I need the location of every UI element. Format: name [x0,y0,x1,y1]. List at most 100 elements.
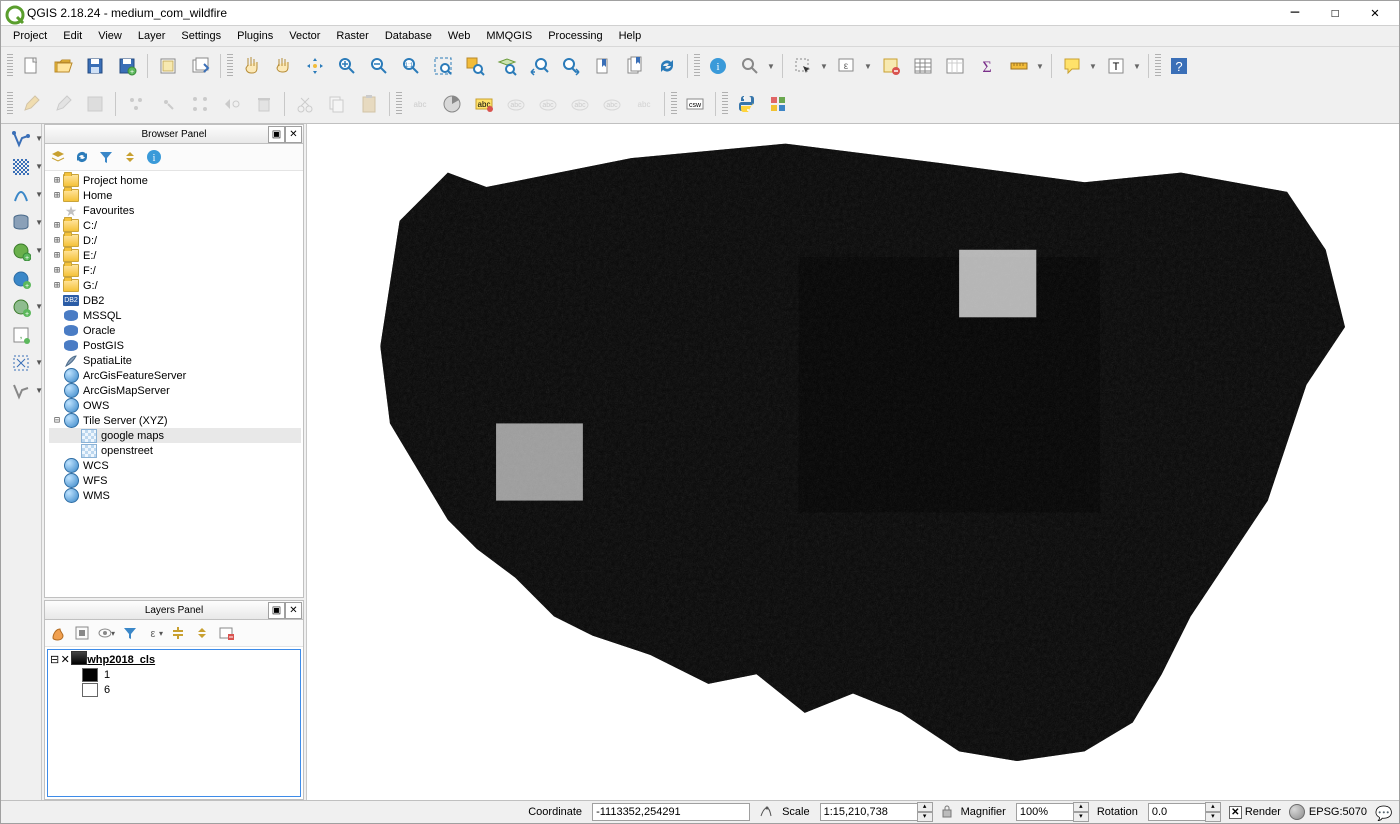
map-canvas[interactable] [307,124,1399,800]
panel-header[interactable]: Browser Panel ▣ ✕ [45,125,303,144]
maximize-button[interactable]: ☐ [1315,1,1355,25]
help-button[interactable]: ? [1164,51,1194,81]
menu-vector[interactable]: Vector [281,28,328,44]
toolbar-grip[interactable] [694,54,700,78]
expression-filter-icon[interactable]: ε▾ [145,624,163,642]
dropdown-icon[interactable]: ▼ [1035,52,1045,80]
show-bookmarks-button[interactable] [620,51,650,81]
render-checkbox[interactable]: ✕Render [1229,806,1281,819]
composer-manager-button[interactable] [185,51,215,81]
new-shapefile-layer-button[interactable]: ▼ [6,378,36,404]
add-raster-layer-button[interactable]: ▼ [6,154,36,180]
dropdown-icon[interactable]: ▼ [819,52,829,80]
toolbar-grip[interactable] [7,92,13,116]
style-preset-icon[interactable] [49,624,67,642]
messages-icon[interactable]: 💬 [1375,805,1393,819]
browser-item[interactable]: ⊟Tile Server (XYZ) [49,413,301,428]
mag-up[interactable]: ▴ [1073,802,1089,812]
browser-item[interactable]: MSSQL [49,308,301,323]
add-wcs-layer-button[interactable]: + [6,266,36,292]
menu-layer[interactable]: Layer [130,28,174,44]
collapse-all-icon[interactable] [193,624,211,642]
layer-labeling-button[interactable]: abc [469,89,499,119]
properties-icon[interactable]: i [145,148,163,166]
pan-to-selection-button[interactable] [300,51,330,81]
panel-close-button[interactable]: ✕ [285,126,302,143]
menu-web[interactable]: Web [440,28,478,44]
add-spatialite-layer-button[interactable]: ▼ [6,182,36,208]
processing-toolbox-button[interactable] [763,89,793,119]
add-vector-layer-button[interactable]: ▼ [6,126,36,152]
touch-pan-button[interactable] [236,51,266,81]
browser-item[interactable]: WMS [49,488,301,503]
diagram-settings-button[interactable] [437,89,467,119]
browser-item[interactable]: google maps [49,428,301,443]
browser-item[interactable]: DB2DB2 [49,293,301,308]
browser-item[interactable]: ⊞F:/ [49,263,301,278]
scale-up[interactable]: ▴ [917,802,933,812]
browser-item[interactable]: PostGIS [49,338,301,353]
menu-project[interactable]: Project [5,28,55,44]
toolbar-grip[interactable] [7,54,13,78]
open-attribute-table-button[interactable] [908,51,938,81]
browser-item[interactable]: ⊞G:/ [49,278,301,293]
add-layer-icon[interactable] [49,148,67,166]
dropdown-icon[interactable]: ▼ [1088,52,1098,80]
new-bookmark-button[interactable] [588,51,618,81]
filter-icon[interactable] [97,148,115,166]
identify-button[interactable]: i [703,51,733,81]
close-button[interactable]: ✕ [1355,1,1395,25]
refresh-icon[interactable] [73,148,91,166]
browser-item[interactable]: openstreet [49,443,301,458]
text-annotation-button[interactable]: T [1101,51,1131,81]
csw-button[interactable]: csw [680,89,710,119]
crs-button[interactable]: EPSG:5070 [1289,804,1367,820]
layers-tree[interactable]: ⊟ ✕ whp2018_cls 1 6 [50,652,298,697]
minimize-button[interactable]: ─ [1275,1,1315,25]
toolbar-grip[interactable] [227,54,233,78]
select-by-expression-button[interactable]: ε [832,51,862,81]
expand-all-icon[interactable] [169,624,187,642]
browser-item[interactable]: ArcGisMapServer [49,383,301,398]
dropdown-icon[interactable]: ▼ [766,52,776,80]
pan-button[interactable] [268,51,298,81]
browser-item[interactable]: ⊞Home [49,188,301,203]
scale-down[interactable]: ▾ [917,812,933,822]
rotation-input[interactable] [1148,803,1206,821]
rot-down[interactable]: ▾ [1205,812,1221,822]
field-calculator-button[interactable] [940,51,970,81]
browser-item[interactable]: WCS [49,458,301,473]
toggle-extents-icon[interactable] [758,803,774,822]
save-project-as-button[interactable]: + [112,51,142,81]
coordinate-input[interactable] [592,803,750,821]
deselect-all-button[interactable] [876,51,906,81]
save-project-button[interactable] [80,51,110,81]
add-virtual-layer-button[interactable]: ▼ [6,350,36,376]
toolbar-grip[interactable] [1155,54,1161,78]
browser-item[interactable]: SpatiaLite [49,353,301,368]
menu-settings[interactable]: Settings [173,28,229,44]
browser-item[interactable]: WFS [49,473,301,488]
dropdown-icon[interactable]: ▼ [1132,52,1142,80]
zoom-native-button[interactable]: 1:1 [396,51,426,81]
zoom-last-button[interactable] [524,51,554,81]
browser-item[interactable]: Oracle [49,323,301,338]
add-wms-layer-button[interactable]: +▼ [6,238,36,264]
menu-help[interactable]: Help [611,28,650,44]
toolbar-grip[interactable] [671,92,677,116]
undock-button[interactable]: ▣ [268,602,285,619]
measure-button[interactable] [1004,51,1034,81]
menu-edit[interactable]: Edit [55,28,90,44]
browser-tree[interactable]: ⊞Project home⊞Home★Favourites⊞C:/⊞D:/⊞E:… [45,171,303,505]
browser-item[interactable]: ⊞C:/ [49,218,301,233]
zoom-to-layer-button[interactable] [492,51,522,81]
browser-item[interactable]: ArcGisFeatureServer [49,368,301,383]
magnifier-input[interactable] [1016,803,1074,821]
mag-down[interactable]: ▾ [1073,812,1089,822]
manage-layer-visibility-icon[interactable] [73,624,91,642]
filter-icon[interactable] [121,624,139,642]
zoom-to-selection-button[interactable] [460,51,490,81]
zoom-next-button[interactable] [556,51,586,81]
toolbar-grip[interactable] [722,92,728,116]
browser-item[interactable]: ⊞D:/ [49,233,301,248]
